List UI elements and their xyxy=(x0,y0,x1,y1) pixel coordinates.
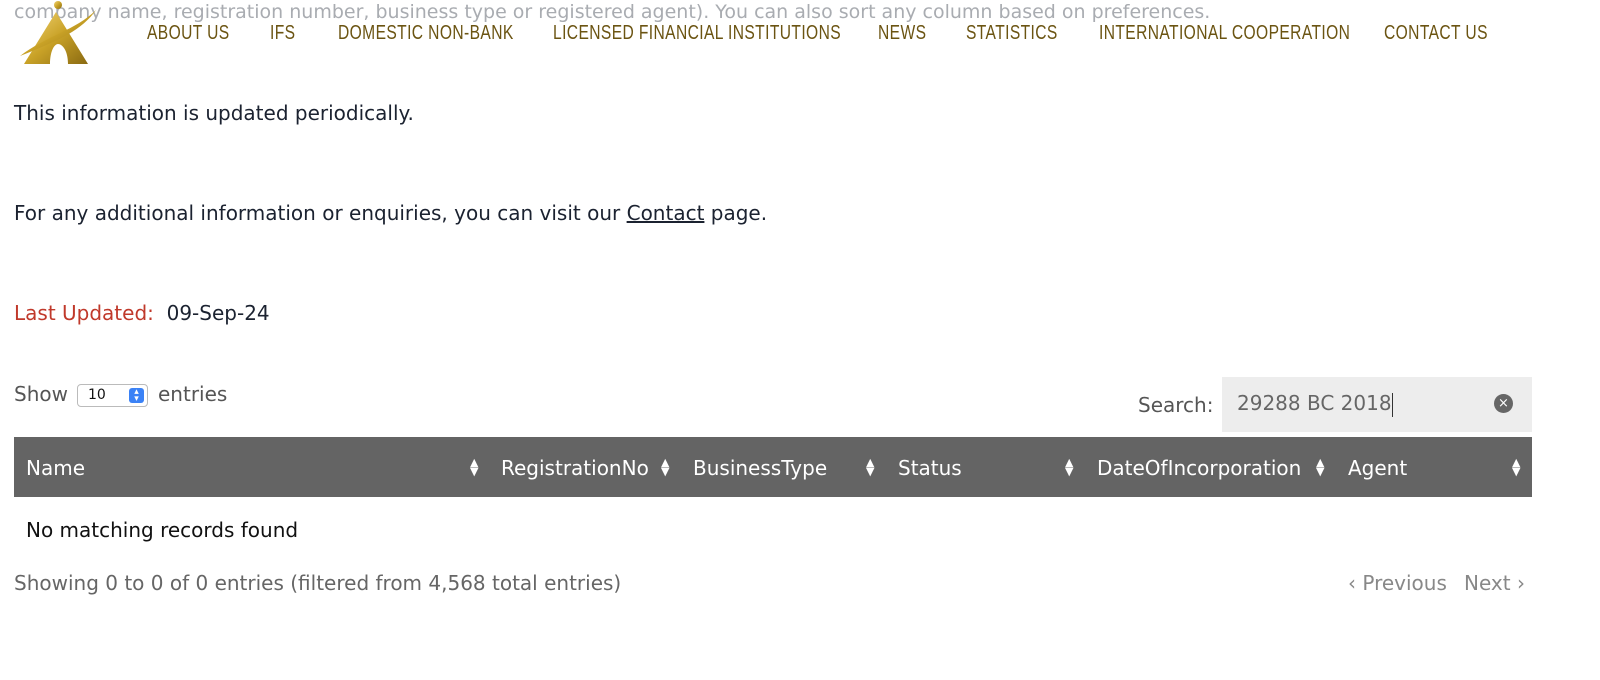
search-input[interactable]: 29288 BC 2018 xyxy=(1222,377,1532,432)
empty-table-message: No matching records found xyxy=(26,518,299,542)
search-input-value: 29288 BC 2018 xyxy=(1237,391,1392,415)
column-agent[interactable]: Agent xyxy=(1348,456,1407,480)
nav-about-us[interactable]: ABOUT US xyxy=(147,22,230,45)
enquiry-after: page. xyxy=(704,201,768,225)
nav-domestic-non-bank[interactable]: DOMESTIC NON-BANK xyxy=(338,22,514,45)
sort-icon[interactable]: ▲ ▼ xyxy=(1065,457,1073,477)
sort-icon[interactable]: ▲ ▼ xyxy=(661,457,669,477)
column-name[interactable]: Name xyxy=(26,456,85,480)
nav-international-cooperation[interactable]: INTERNATIONAL COOPERATION xyxy=(1099,22,1350,45)
table-header: Name ▲ ▼ RegistrationNo ▲ ▼ BusinessType ▲… xyxy=(14,437,1532,497)
column-date-of-incorporation[interactable]: DateOfIncorporation xyxy=(1097,456,1301,480)
info-text: This information is updated periodically… xyxy=(14,101,414,125)
search-label: Search: xyxy=(1138,393,1214,417)
chevron-left-icon: ‹ xyxy=(1348,571,1356,595)
next-button[interactable]: Next › xyxy=(1464,571,1525,595)
last-updated: Last Updated: 09-Sep-24 xyxy=(14,301,270,325)
chevron-right-icon: › xyxy=(1516,571,1525,595)
nav-licensed-financial-institutions[interactable]: LICENSED FINANCIAL INSTITUTIONS xyxy=(553,22,841,45)
logo[interactable] xyxy=(16,0,106,68)
next-label: Next xyxy=(1464,571,1511,595)
sort-icon[interactable]: ▲ ▼ xyxy=(1316,457,1324,477)
previous-button[interactable]: ‹ Previous xyxy=(1348,571,1447,595)
select-arrows-icon: ▴ ▾ xyxy=(129,388,144,404)
contact-link[interactable]: Contact xyxy=(627,201,705,225)
nav-contact-us[interactable]: CONTACT US xyxy=(1384,22,1488,45)
column-registration-no[interactable]: RegistrationNo xyxy=(501,456,649,480)
last-updated-value: 09-Sep-24 xyxy=(166,301,270,325)
nav-news[interactable]: NEWS xyxy=(878,22,926,45)
entries-label: entries xyxy=(158,382,228,406)
intro-text-fragment: company name, registration number, busin… xyxy=(14,1,1211,23)
last-updated-label: Last Updated: xyxy=(14,301,154,325)
table-info: Showing 0 to 0 of 0 entries (filtered fr… xyxy=(14,571,622,595)
column-business-type[interactable]: BusinessType xyxy=(693,456,827,480)
previous-label: Previous xyxy=(1362,571,1447,595)
nav-statistics[interactable]: STATISTICS xyxy=(966,22,1058,45)
sort-icon[interactable]: ▲ ▼ xyxy=(470,457,478,477)
column-status[interactable]: Status xyxy=(898,456,962,480)
sort-icon[interactable]: ▲ ▼ xyxy=(866,457,874,477)
entries-select-value: 10 xyxy=(88,387,106,403)
show-label: Show xyxy=(14,382,68,406)
nav-ifs[interactable]: IFS xyxy=(270,22,295,45)
entries-select[interactable]: 10 ▴ ▾ xyxy=(77,384,148,407)
enquiry-text: For any additional information or enquir… xyxy=(14,201,767,225)
sort-icon[interactable]: ▲ ▼ xyxy=(1512,457,1520,477)
text-cursor xyxy=(1391,392,1393,417)
clear-search-icon[interactable]: × xyxy=(1494,394,1513,413)
enquiry-before: For any additional information or enquir… xyxy=(14,201,627,225)
